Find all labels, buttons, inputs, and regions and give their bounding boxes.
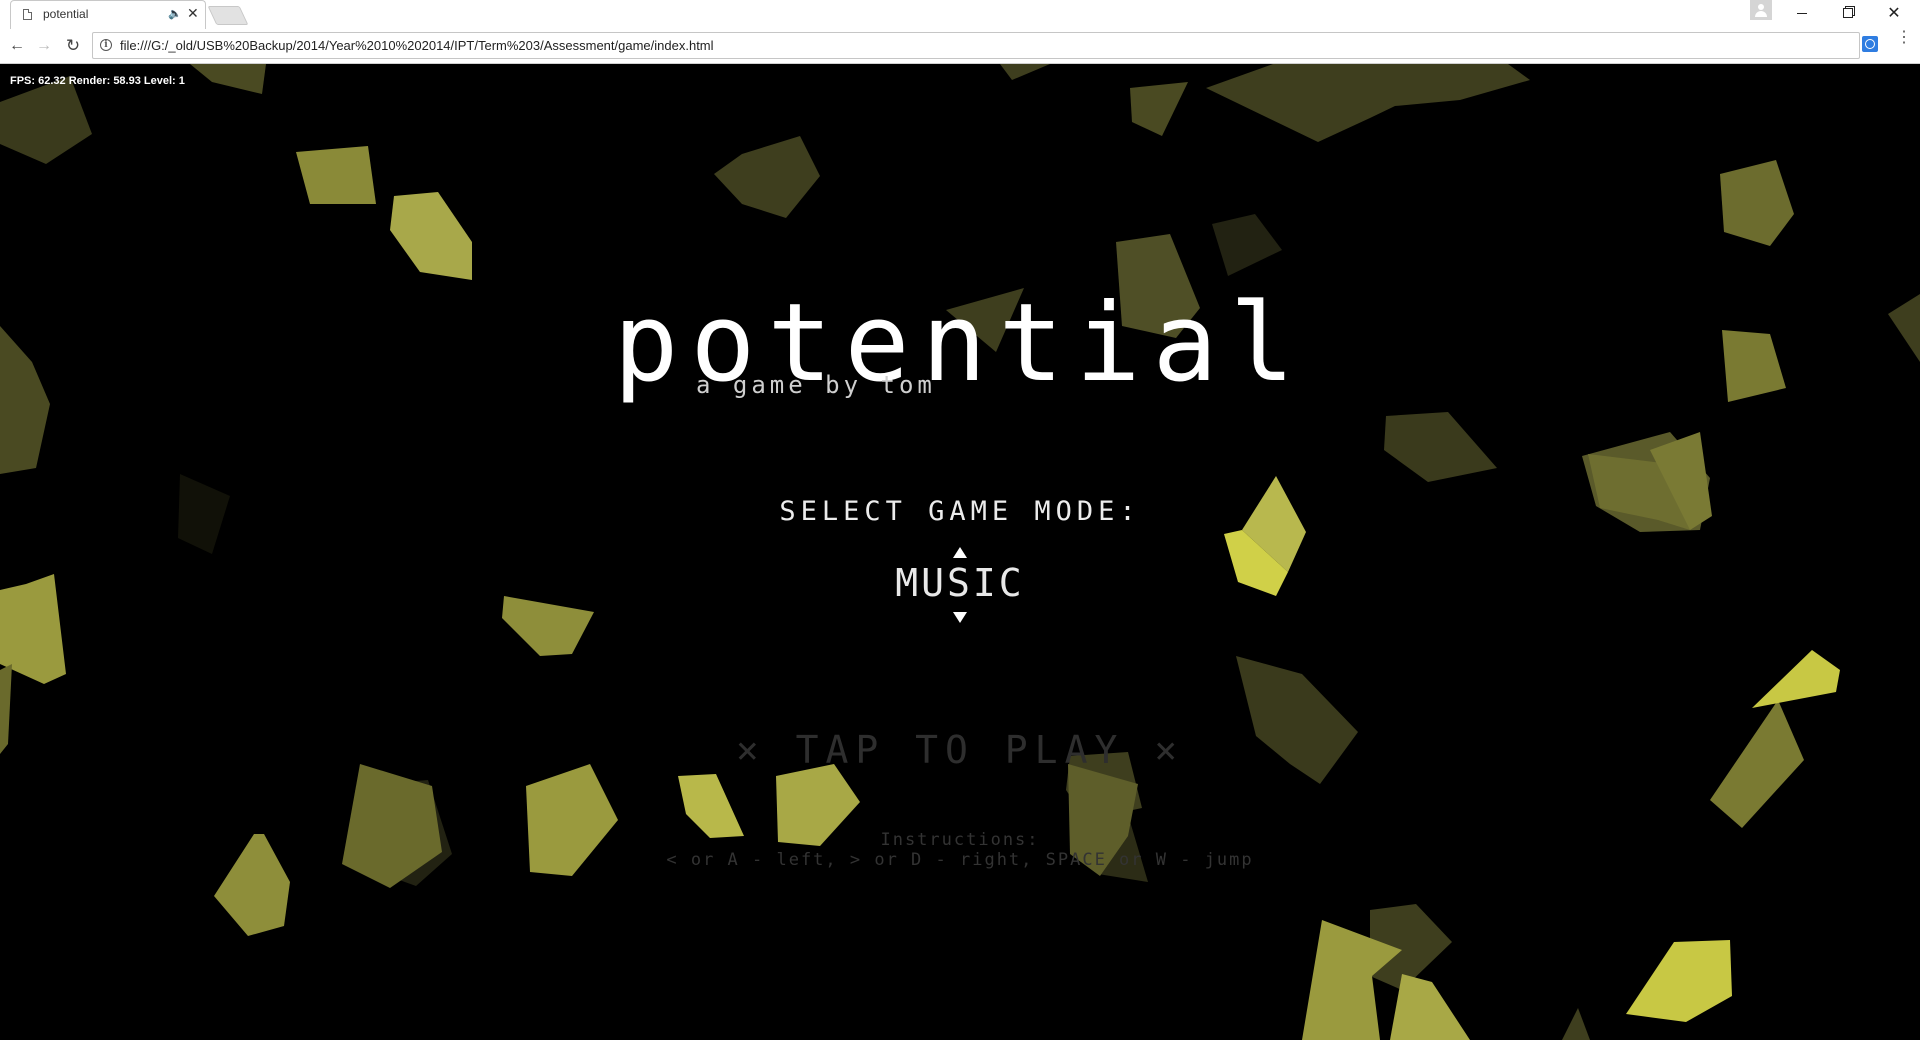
instructions-text: < or A - left, > or D - right, SPACE or … <box>666 850 1254 870</box>
tab-title: potential <box>43 7 89 21</box>
minimize-button[interactable] <box>1780 0 1824 26</box>
shard <box>1212 214 1282 276</box>
shard <box>1130 82 1188 136</box>
speaker-icon[interactable]: 🔈 <box>168 7 182 20</box>
shard <box>1384 412 1497 482</box>
shard <box>390 192 472 280</box>
close-icon[interactable]: ✕ <box>187 5 199 22</box>
game-subtitle: a game by tom <box>696 371 936 399</box>
browser-toolbar: ← → ↻ i file:///G:/_old/USB%20Backup/201… <box>0 29 1920 64</box>
browser-tab[interactable]: potential 🔈 ✕ <box>10 0 206 29</box>
info-icon[interactable]: i <box>100 39 112 51</box>
shard <box>1562 1008 1590 1040</box>
reload-button[interactable]: ↻ <box>62 35 84 57</box>
shard <box>1626 940 1732 1022</box>
mode-down-arrow-icon[interactable] <box>953 612 967 623</box>
forward-button[interactable]: → <box>33 35 55 57</box>
shard <box>296 146 376 204</box>
window-close-button[interactable]: ✕ <box>1872 0 1916 26</box>
back-button[interactable]: ← <box>6 35 28 57</box>
shard <box>1390 974 1470 1040</box>
restore-button[interactable] <box>1826 0 1870 26</box>
shard <box>1720 160 1794 246</box>
shard <box>1206 64 1530 142</box>
shard <box>0 76 92 164</box>
new-tab-button[interactable] <box>207 6 249 25</box>
tap-to-play-button[interactable]: ⨯ TAP TO PLAY ⨯ <box>0 728 1920 772</box>
page-icon <box>23 9 32 20</box>
mode-up-arrow-icon[interactable] <box>953 547 967 558</box>
game-canvas[interactable]: FPS: 62.32 Render: 58.93 Level: 1 potent… <box>0 64 1920 1040</box>
game-mode-value[interactable]: MUSIC <box>0 561 1920 605</box>
url-text[interactable]: file:///G:/_old/USB%20Backup/2014/Year%2… <box>120 38 714 53</box>
instructions-heading: Instructions: <box>880 830 1040 850</box>
shard <box>502 596 594 656</box>
restore-icon <box>1843 8 1853 18</box>
select-mode-label: SELECT GAME MODE: <box>779 496 1141 527</box>
shard <box>1752 650 1840 708</box>
browser-titlebar: potential 🔈 ✕ ✕ <box>0 0 1920 29</box>
minimize-icon <box>1797 12 1807 14</box>
shard <box>190 64 266 94</box>
profile-icon[interactable] <box>1750 0 1772 20</box>
shard <box>714 136 820 218</box>
shard <box>678 774 744 838</box>
debug-stats: FPS: 62.32 Render: 58.93 Level: 1 <box>10 75 185 87</box>
menu-icon[interactable]: ⋮ <box>1896 30 1912 46</box>
address-bar[interactable]: i file:///G:/_old/USB%20Backup/2014/Year… <box>92 32 1860 59</box>
extension-icon[interactable] <box>1862 36 1878 52</box>
shard <box>1000 64 1050 80</box>
game-title: potential <box>613 281 1307 406</box>
